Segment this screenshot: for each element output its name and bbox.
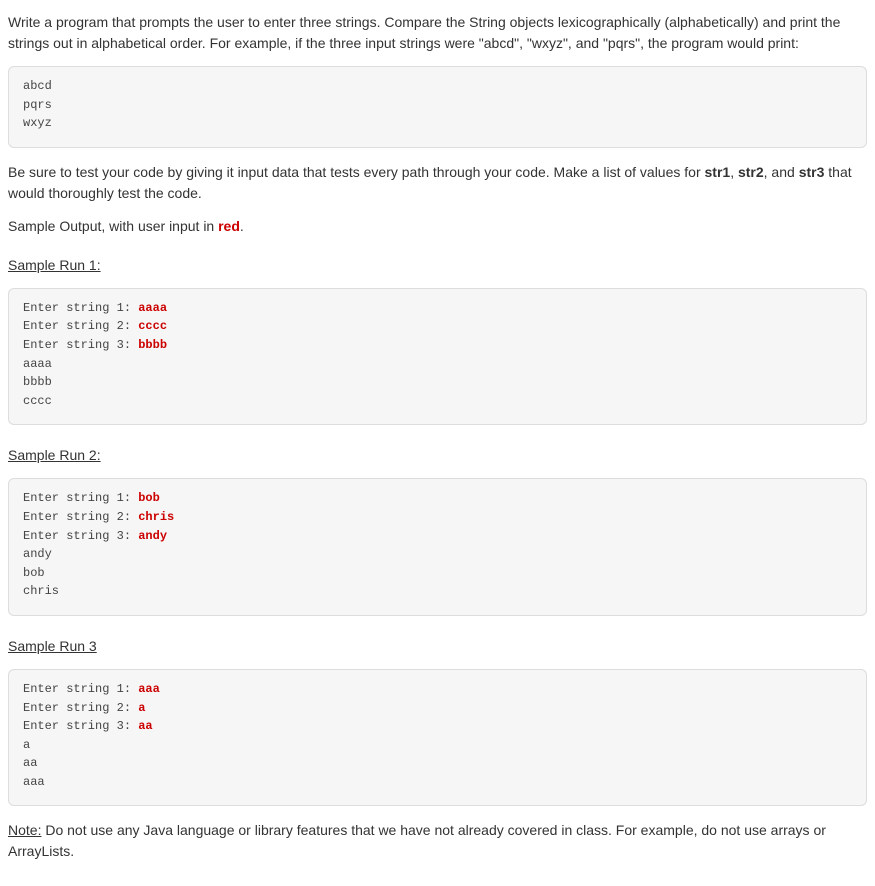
run3-output: a aa aaa — [23, 738, 45, 789]
run2-line1-prompt: Enter string 1: — [23, 491, 138, 505]
run1-line3-input: bbbb — [138, 338, 167, 352]
run2-line2-prompt: Enter string 2: — [23, 510, 138, 524]
run1-line1-prompt: Enter string 1: — [23, 301, 138, 315]
test-note-mid1: , — [730, 164, 738, 180]
run1-line3-prompt: Enter string 3: — [23, 338, 138, 352]
run3-line1-prompt: Enter string 1: — [23, 682, 138, 696]
sample-output-label: Sample Output, with user input in red. — [8, 216, 867, 237]
test-note-mid2: , and — [764, 164, 799, 180]
sample-run-2-title: Sample Run 2: — [8, 445, 101, 466]
str2-bold: str2 — [738, 164, 764, 180]
str3-bold: str3 — [799, 164, 825, 180]
run3-line2-input: a — [138, 701, 145, 715]
run3-line1-input: aaa — [138, 682, 160, 696]
sample-output-post: . — [240, 218, 244, 234]
run1-line2-prompt: Enter string 2: — [23, 319, 138, 333]
sample-output-pre: Sample Output, with user input in — [8, 218, 218, 234]
run2-line3-prompt: Enter string 3: — [23, 529, 138, 543]
run2-output: andy bob chris — [23, 547, 59, 598]
run3-line3-input: aa — [138, 719, 152, 733]
example-output-box: abcd pqrs wxyz — [8, 66, 867, 148]
run1-line2-input: cccc — [138, 319, 167, 333]
run2-line2-input: chris — [138, 510, 174, 524]
run1-line1-input: aaaa — [138, 301, 167, 315]
sample-run-1-box: Enter string 1: aaaa Enter string 2: ccc… — [8, 288, 867, 426]
test-note-pre: Be sure to test your code by giving it i… — [8, 164, 705, 180]
note-label: Note: — [8, 820, 41, 841]
run2-line3-input: andy — [138, 529, 167, 543]
note-paragraph: Note: Do not use any Java language or li… — [8, 820, 867, 862]
run2-line1-input: bob — [138, 491, 160, 505]
intro-paragraph: Write a program that prompts the user to… — [8, 12, 867, 54]
sample-run-1-title: Sample Run 1: — [8, 255, 101, 276]
sample-run-2-box: Enter string 1: bob Enter string 2: chri… — [8, 478, 867, 616]
sample-run-3-title: Sample Run 3 — [8, 636, 97, 657]
red-word: red — [218, 218, 240, 234]
run1-output: aaaa bbbb cccc — [23, 357, 52, 408]
sample-run-3-box: Enter string 1: aaa Enter string 2: a En… — [8, 669, 867, 807]
str1-bold: str1 — [705, 164, 731, 180]
test-note: Be sure to test your code by giving it i… — [8, 162, 867, 204]
note-text: Do not use any Java language or library … — [8, 822, 826, 859]
run3-line2-prompt: Enter string 2: — [23, 701, 138, 715]
run3-line3-prompt: Enter string 3: — [23, 719, 138, 733]
